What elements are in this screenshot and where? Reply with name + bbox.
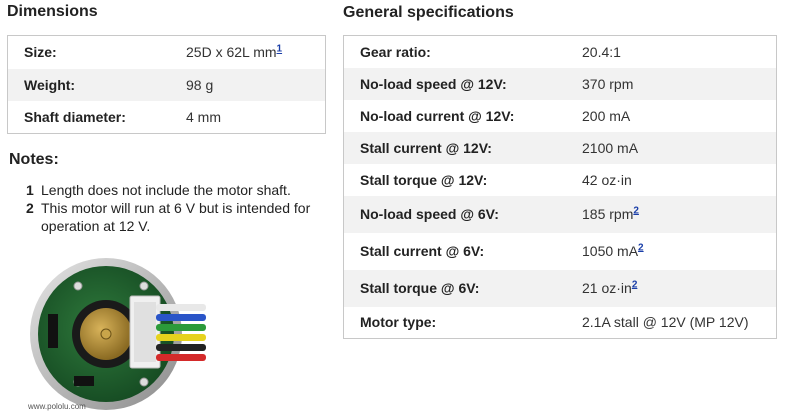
note-text: Length does not include the motor shaft.: [41, 182, 291, 198]
note-item: 2 This motor will run at 6 V but is inten…: [26, 199, 336, 235]
general-specifications-table: Gear ratio: 20.4:1 No-load speed @ 12V: …: [343, 35, 777, 339]
motor-type-value: 2.1A stall @ 12V (MP 12V): [582, 314, 749, 331]
stall-current-6v-label: Stall current @ 6V:: [360, 243, 485, 259]
table-row: Shaft diameter: 4 mm: [8, 101, 326, 134]
dimensions-title: Dimensions: [7, 3, 98, 20]
table-row: No-load speed @ 6V: 185 rpm2: [343, 195, 777, 233]
stall-torque-12v-label: Stall torque @ 12V:: [360, 171, 488, 188]
table-row: Stall torque @ 6V: 21 oz·in2: [343, 269, 777, 307]
stall-torque-6v-label: Stall torque @ 6V:: [343, 269, 566, 307]
stall-torque-12v-value: 42 oz·in: [582, 171, 632, 188]
motor-type-label: Motor type:: [360, 314, 437, 331]
footnote-ref-link[interactable]: 2: [632, 279, 638, 290]
table-row: Stall torque @ 12V: 42 oz·in: [344, 164, 777, 196]
watermark: www.pololu.com: [28, 402, 86, 411]
shaft-diameter-label: Shaft diameter:: [24, 108, 126, 125]
general-specifications-title: General specifications: [343, 4, 514, 21]
noload-speed-6v-value: 185 rpm2: [566, 195, 777, 233]
table-row: Size: 25D x 62L mm1: [8, 36, 326, 69]
noload-current-12v-label: No-load current @ 12V:: [360, 107, 515, 124]
noload-speed-12v-value: 370 rpm: [566, 67, 777, 100]
size-value: 25D x 62L mm1: [186, 43, 283, 61]
noload-speed-6v-label: No-load speed @ 6V:: [343, 195, 566, 233]
table-row: No-load speed @ 12V: 370 rpm: [343, 67, 777, 100]
footnote-ref-link[interactable]: 1: [277, 44, 283, 55]
size-label: Size:: [24, 44, 57, 61]
stall-current-6v-value: 1050 mA2: [582, 242, 644, 259]
gear-ratio-value: 20.4:1: [582, 43, 621, 60]
table-row: Motor type: 2.1A stall @ 12V (MP 12V): [344, 307, 777, 339]
noload-current-12v-value: 200 mA: [582, 107, 631, 124]
motor-photo: [26, 248, 206, 414]
noload-speed-12v-label: No-load speed @ 12V:: [343, 67, 566, 100]
footnote-ref-link[interactable]: 2: [638, 242, 644, 253]
weight-label: Weight:: [7, 68, 170, 101]
stall-torque-6v-value: 21 oz·in2: [566, 269, 777, 307]
gear-ratio-label: Gear ratio:: [360, 43, 431, 60]
footnote-ref-link[interactable]: 2: [633, 205, 639, 216]
table-row: No-load current @ 12V: 200 mA: [344, 100, 777, 132]
table-row: Stall current @ 6V: 1050 mA2: [344, 233, 777, 270]
note-number: 2: [26, 200, 34, 216]
table-row: Stall current @ 12V: 2100 mA: [343, 131, 777, 164]
table-row: Gear ratio: 20.4:1: [344, 36, 777, 68]
notes-title: Notes:: [9, 151, 59, 168]
stall-current-12v-label: Stall current @ 12V:: [343, 131, 566, 164]
dimensions-table: Size: 25D x 62L mm1 Weight: 98 g Shaft d…: [7, 35, 326, 134]
note-text: This motor will run at 6 V but is intend…: [41, 200, 311, 234]
note-number: 1: [26, 182, 34, 198]
note-item: 1 Length does not include the motor shaft…: [26, 181, 336, 199]
stall-current-12v-value: 2100 mA: [566, 131, 777, 164]
notes-list: 1 Length does not include the motor shaft…: [26, 181, 336, 235]
weight-value: 98 g: [170, 68, 326, 101]
table-row: Weight: 98 g: [7, 68, 326, 101]
shaft-diameter-value: 4 mm: [186, 108, 221, 125]
